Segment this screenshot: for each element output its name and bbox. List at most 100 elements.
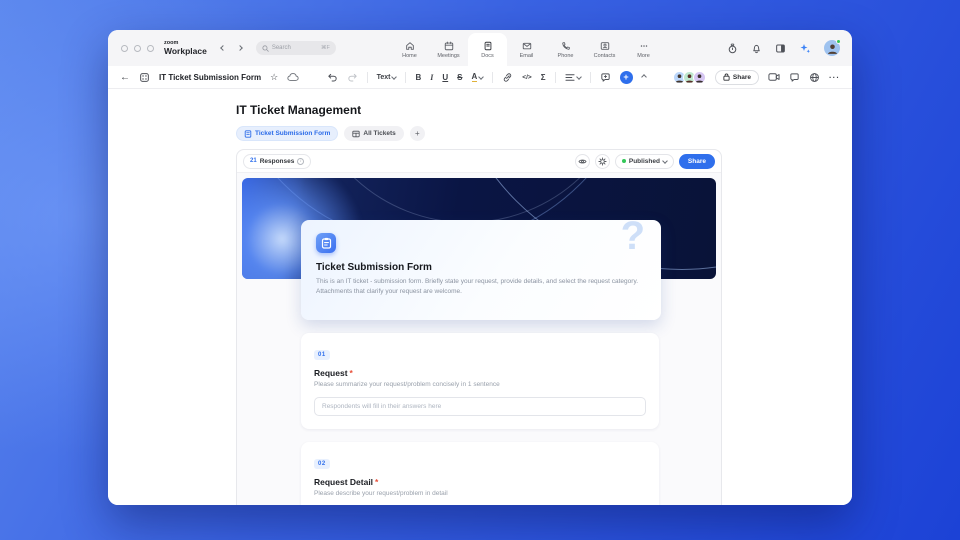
tab-more-label: More: [637, 53, 650, 59]
search-placeholder: Search: [272, 45, 318, 51]
chevron-down-icon: [662, 158, 668, 164]
minimize-window-button[interactable]: [134, 45, 141, 52]
presence-dot: [836, 39, 841, 44]
tab-phone[interactable]: Phone: [546, 33, 585, 66]
document-title[interactable]: IT Ticket Submission Form: [159, 73, 261, 82]
form-panel: 21 Responses i: [236, 149, 722, 505]
text-style-dropdown[interactable]: Text: [377, 74, 397, 81]
video-call-icon[interactable]: [768, 72, 780, 82]
preview-button[interactable]: [575, 154, 590, 169]
titlebar-right: [727, 30, 840, 66]
publish-status-dropdown[interactable]: Published: [615, 154, 674, 169]
divider: [590, 72, 591, 83]
nav-forward-icon[interactable]: [237, 45, 243, 51]
tab-ticket-submission-form[interactable]: Ticket Submission Form: [236, 126, 338, 141]
ai-companion-sparkle-icon[interactable]: [799, 42, 811, 54]
form-settings-button[interactable]: [595, 154, 610, 169]
logo-workplace-text: Workplace: [164, 47, 207, 56]
calendar-icon: [444, 41, 454, 51]
strikethrough-button[interactable]: S: [457, 73, 462, 82]
document-toolbar: ← IT Ticket Submission Form ☆ Text B I U: [108, 66, 852, 89]
zoom-workplace-logo: zoom Workplace: [164, 41, 207, 56]
question-card-2: 02 Request Detail* Please describe your …: [301, 442, 659, 505]
align-dropdown[interactable]: [565, 73, 581, 82]
italic-button[interactable]: I: [430, 73, 433, 82]
chevron-down-icon: [576, 74, 582, 80]
underline-button[interactable]: U: [442, 73, 448, 82]
code-button[interactable]: </>: [522, 74, 531, 81]
question-description: Please summarize your request/problem co…: [314, 381, 646, 388]
tab-meetings-label: Meetings: [437, 53, 459, 59]
collaborator-avatar[interactable]: [693, 71, 706, 84]
tab-all-tickets[interactable]: All Tickets: [344, 126, 403, 141]
responses-count: 21: [250, 158, 257, 164]
redo-icon[interactable]: [347, 72, 358, 83]
bold-button[interactable]: B: [415, 73, 421, 82]
text-style-label: Text: [377, 74, 391, 81]
formula-button[interactable]: Σ: [541, 73, 546, 82]
global-search-input[interactable]: Search ⌘F: [256, 41, 336, 55]
responses-button[interactable]: 21 Responses i: [243, 154, 311, 169]
notifications-bell-icon[interactable]: [751, 43, 762, 54]
insert-plus-button[interactable]: +: [620, 71, 633, 84]
info-icon: i: [297, 158, 304, 165]
home-icon: [405, 41, 415, 51]
tab-home[interactable]: Home: [390, 33, 429, 66]
favorite-star-icon[interactable]: ☆: [270, 72, 278, 83]
tab-more[interactable]: More: [624, 33, 663, 66]
add-tab-button[interactable]: +: [410, 126, 425, 141]
divider: [367, 72, 368, 83]
form-panel-header: 21 Responses i: [237, 150, 721, 173]
doc-share-button[interactable]: Share: [715, 70, 759, 85]
tab-email[interactable]: Email: [507, 33, 546, 66]
comment-icon[interactable]: [600, 72, 611, 83]
divider: [555, 72, 556, 83]
close-window-button[interactable]: [121, 45, 128, 52]
globe-icon[interactable]: [809, 72, 820, 83]
tab-docs[interactable]: Docs: [468, 33, 507, 66]
docs-icon: [483, 41, 493, 51]
divider: [492, 72, 493, 83]
more-icon: [639, 41, 649, 51]
question-mark-decoration: ?: [621, 220, 645, 259]
required-asterisk: *: [350, 368, 353, 378]
form-title: Ticket Submission Form: [316, 262, 646, 273]
chat-icon[interactable]: [789, 72, 800, 83]
gear-icon: [598, 157, 607, 166]
nav-back-icon[interactable]: [220, 45, 226, 51]
history-icon[interactable]: [727, 43, 738, 54]
link-icon[interactable]: [502, 72, 513, 83]
sidebar-toggle-icon[interactable]: [775, 43, 786, 54]
question-title-text: Request Detail: [314, 477, 373, 487]
undo-icon[interactable]: [327, 72, 338, 83]
chevron-down-icon: [478, 74, 484, 80]
tab-contacts-label: Contacts: [594, 53, 616, 59]
collapse-toolbar-icon[interactable]: [641, 74, 647, 80]
tab-label: Ticket Submission Form: [255, 130, 330, 137]
traffic-lights: [121, 45, 154, 52]
cloud-saved-icon: [287, 72, 299, 82]
question-title: Request Detail*: [314, 477, 646, 487]
tab-contacts[interactable]: Contacts: [585, 33, 624, 66]
table-icon: [352, 130, 360, 138]
form-share-button[interactable]: Share: [679, 154, 715, 169]
app-window: zoom Workplace Search ⌘F Home: [108, 30, 852, 505]
doc-share-label: Share: [733, 74, 751, 81]
page-title: IT Ticket Management: [236, 103, 852, 117]
history-nav: [221, 46, 242, 50]
question-card-1: 01 Request* Please summarize your reques…: [301, 333, 659, 429]
workspace-grid-icon[interactable]: [139, 72, 150, 83]
tab-label: All Tickets: [363, 130, 395, 137]
user-avatar[interactable]: [824, 40, 840, 56]
page-tabs: Ticket Submission Form All Tickets +: [236, 126, 852, 141]
collaborator-avatars: [673, 71, 706, 84]
tab-meetings[interactable]: Meetings: [429, 33, 468, 66]
phone-icon: [561, 41, 571, 51]
tab-home-label: Home: [402, 53, 417, 59]
text-color-dropdown[interactable]: A: [472, 72, 484, 82]
answer-input[interactable]: [314, 397, 646, 416]
form-description: This is an IT ticket - submission form. …: [316, 277, 650, 297]
maximize-window-button[interactable]: [147, 45, 154, 52]
back-button[interactable]: ←: [120, 72, 130, 83]
more-options-button[interactable]: ···: [829, 73, 840, 82]
